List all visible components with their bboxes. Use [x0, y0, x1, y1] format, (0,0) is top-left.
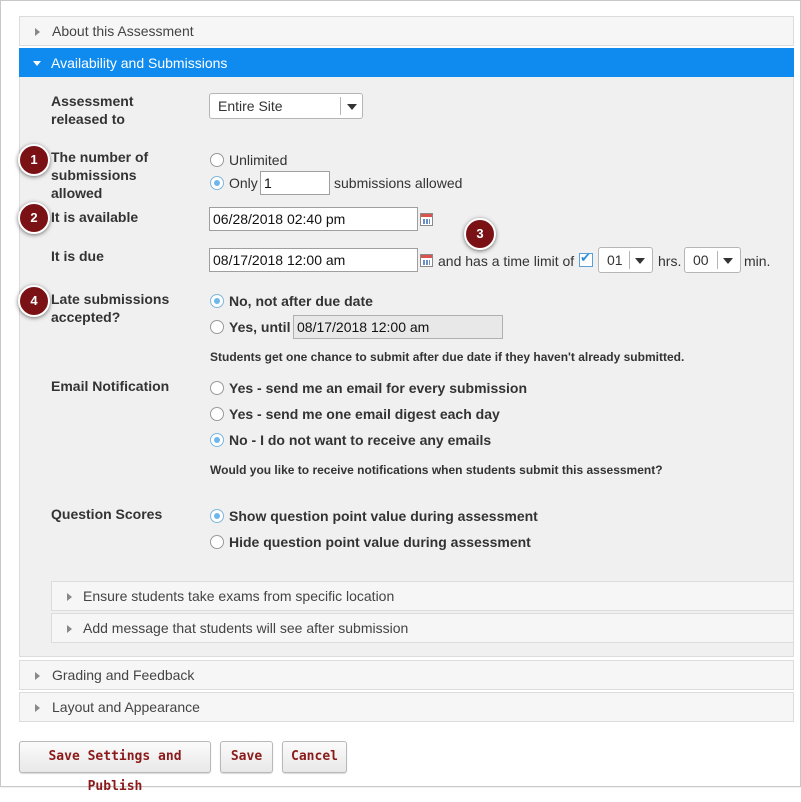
- minutes-value: 00: [693, 252, 709, 268]
- min-label: min.: [744, 253, 771, 269]
- chevron-down-icon: [723, 258, 733, 264]
- callout-badge-4: 4: [18, 285, 50, 317]
- subsection-message[interactable]: Add message that students will see after…: [51, 613, 794, 643]
- hours-value: 01: [607, 252, 623, 268]
- email-digest-label: Yes - send me one email digest each day: [229, 406, 500, 422]
- section-layout-label: Layout and Appearance: [52, 699, 200, 715]
- section-availability-label: Availability and Submissions: [51, 55, 228, 71]
- hours-select[interactable]: 01: [598, 247, 653, 273]
- only-radio[interactable]: [210, 176, 224, 190]
- due-date-input[interactable]: 08/17/2018 12:00 am: [209, 248, 418, 272]
- chevron-right-icon: [67, 593, 72, 601]
- save-publish-button[interactable]: Save Settings and Publish: [19, 741, 211, 794]
- subsection-location[interactable]: Ensure students take exams from specific…: [51, 581, 794, 611]
- late-help-text: Students get one chance to submit after …: [210, 350, 685, 364]
- chevron-right-icon: [35, 28, 40, 36]
- due-label: It is due: [51, 248, 104, 264]
- section-grading-label: Grading and Feedback: [52, 667, 195, 683]
- email-none-label: No - I do not want to receive any emails: [229, 432, 492, 448]
- available-label: It is available: [51, 209, 139, 225]
- chevron-down-icon: [347, 104, 357, 110]
- chevron-down-icon: [635, 258, 645, 264]
- email-digest-radio[interactable]: [210, 407, 224, 421]
- released-to-value: Entire Site: [218, 98, 283, 114]
- callout-badge-3: 3: [464, 218, 496, 250]
- late-label: Late submissions accepted?: [51, 291, 170, 325]
- section-layout[interactable]: Layout and Appearance: [19, 692, 794, 722]
- late-until-input[interactable]: 08/17/2018 12:00 am: [293, 315, 503, 339]
- available-date-input[interactable]: 06/28/2018 02:40 pm: [209, 207, 418, 231]
- late-no-radio[interactable]: [210, 294, 224, 308]
- subsection-location-label: Ensure students take exams from specific…: [83, 588, 395, 604]
- callout-badge-1: 1: [18, 144, 50, 176]
- hrs-label: hrs.: [658, 253, 682, 269]
- section-about[interactable]: About this Assessment: [19, 16, 794, 46]
- scores-label: Question Scores: [51, 506, 163, 522]
- submissions-suffix: submissions allowed: [334, 175, 463, 191]
- section-availability[interactable]: Availability and Submissions: [19, 48, 794, 77]
- late-yes-label: Yes, until: [229, 319, 291, 335]
- unlimited-radio[interactable]: [210, 153, 224, 167]
- calendar-icon[interactable]: [420, 213, 433, 226]
- released-to-select[interactable]: Entire Site: [209, 93, 363, 119]
- callout-badge-2: 2: [18, 202, 50, 234]
- submissions-label: The number of submissions allowed: [51, 149, 149, 201]
- cancel-button[interactable]: Cancel: [282, 741, 347, 773]
- late-no-label: No, not after due date: [229, 293, 373, 309]
- scores-hide-radio[interactable]: [210, 535, 224, 549]
- scores-hide-label: Hide question point value during assessm…: [229, 534, 531, 550]
- time-limit-checkbox[interactable]: [579, 251, 593, 267]
- chevron-right-icon: [35, 672, 40, 680]
- minutes-select[interactable]: 00: [684, 247, 741, 273]
- only-label: Only: [229, 175, 258, 191]
- scores-show-label: Show question point value during assessm…: [229, 508, 538, 524]
- late-yes-radio[interactable]: [210, 320, 224, 334]
- calendar-icon[interactable]: [420, 254, 433, 267]
- section-grading[interactable]: Grading and Feedback: [19, 660, 794, 690]
- chevron-right-icon: [35, 704, 40, 712]
- save-button[interactable]: Save: [220, 741, 273, 773]
- email-every-label: Yes - send me an email for every submiss…: [229, 380, 528, 396]
- submissions-count-input[interactable]: 1: [260, 171, 330, 195]
- subsection-message-label: Add message that students will see after…: [83, 620, 409, 636]
- chevron-right-icon: [67, 625, 72, 633]
- released-to-label: Assessment released to: [51, 93, 134, 127]
- email-label: Email Notification: [51, 378, 170, 394]
- section-about-label: About this Assessment: [52, 23, 194, 39]
- email-help-text: Would you like to receive notifications …: [210, 463, 663, 477]
- email-every-radio[interactable]: [210, 381, 224, 395]
- unlimited-label: Unlimited: [229, 152, 288, 168]
- email-none-radio[interactable]: [210, 433, 224, 447]
- chevron-down-icon: [33, 61, 41, 66]
- scores-show-radio[interactable]: [210, 509, 224, 523]
- time-limit-text: and has a time limit of: [438, 253, 575, 269]
